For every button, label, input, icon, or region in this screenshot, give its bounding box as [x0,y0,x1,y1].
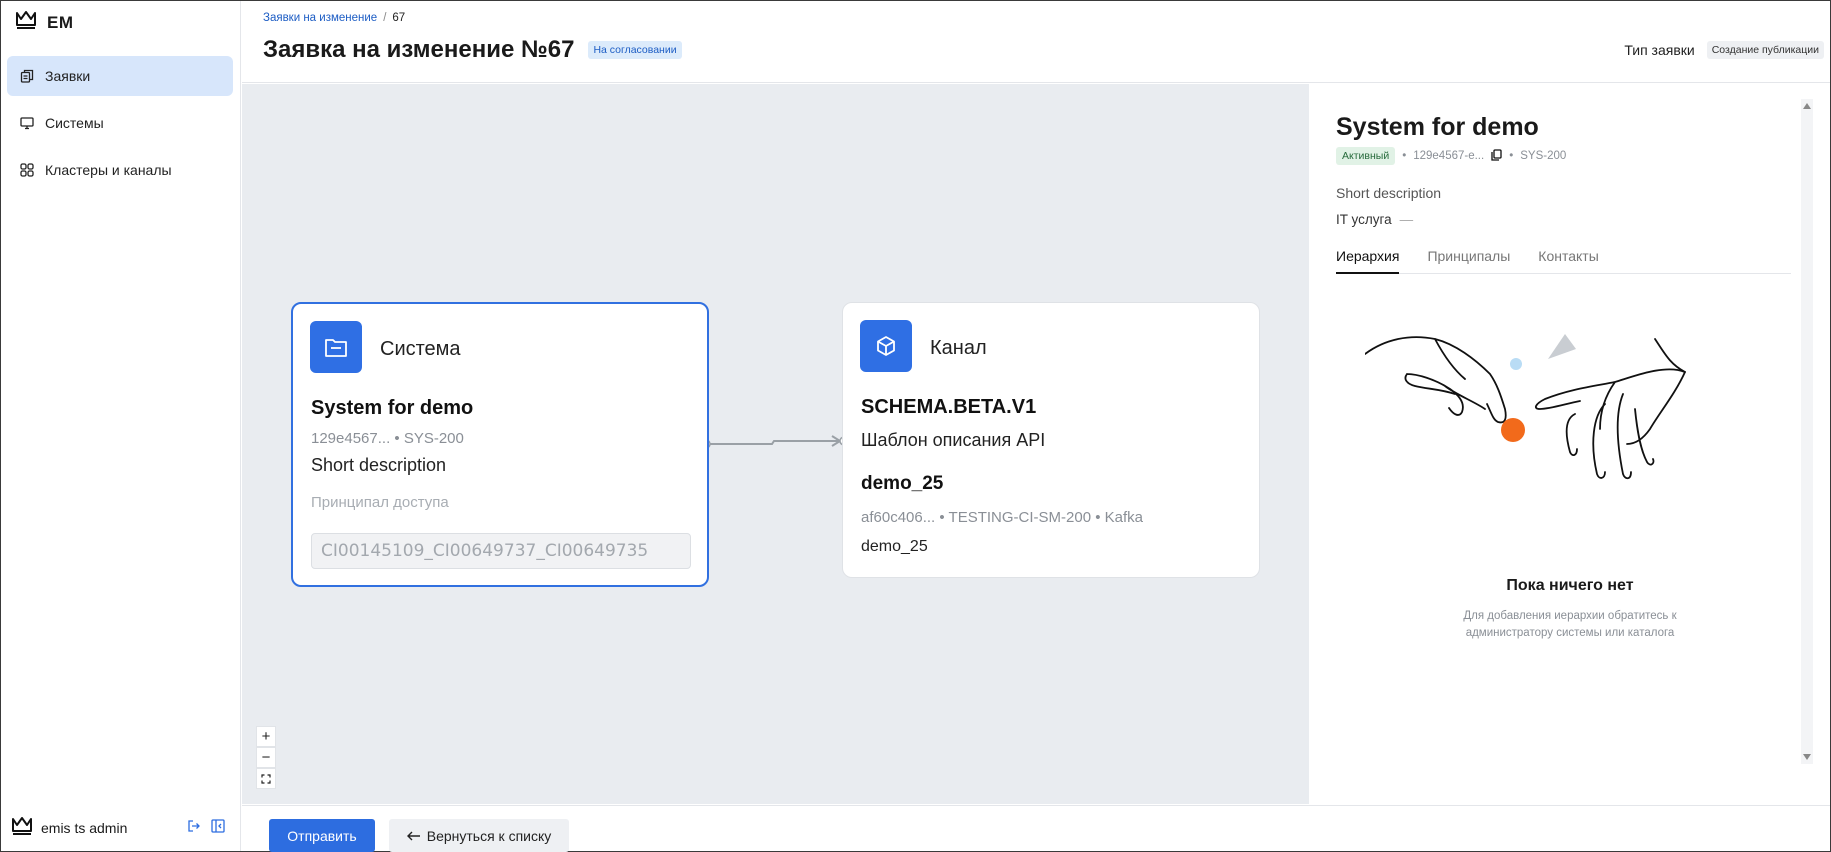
collapse-sidebar-icon[interactable] [211,819,225,836]
grid-icon [19,162,35,178]
node-description: Short description [311,455,447,475]
system-code: SYS-200 [1520,150,1567,162]
panel-scrollbar[interactable] [1801,99,1813,764]
empty-state-illustration [1365,334,1686,480]
cube-icon [860,320,912,372]
app-logo[interactable]: EM [15,10,74,35]
it-service-label: IT услуга [1336,212,1392,227]
sidebar-item-clusters[interactable]: Кластеры и каналы [7,150,233,190]
user-block: emis ts admin [11,816,233,839]
zoom-in-button[interactable]: + [256,726,276,747]
panel-tabs: Иерархия Принципалы Контакты [1336,248,1791,274]
status-badge: На согласовании [588,41,682,59]
app-name: EM [47,12,74,32]
separator-dot: • [1509,150,1514,162]
cluster-value: demo_25 [861,538,928,555]
sidebar-item-label: Системы [45,115,104,131]
back-to-list-button[interactable]: Вернуться к списку [389,819,569,852]
monitor-icon [19,115,35,131]
sidebar: EM Заявки Системы Кластеры и каналы emis… [1,1,241,851]
separator-dot: • [1402,150,1407,162]
diagram-canvas[interactable]: Система System for demo 129e4567... • SY… [242,84,1309,804]
logout-icon[interactable] [187,819,201,836]
page-header: Заявки на изменение / 67 Заявка на измен… [242,1,1830,83]
node-name: System for demo [311,397,474,419]
principal-label: Принципал доступа [311,494,449,511]
fit-view-button[interactable] [256,768,276,789]
folder-icon [310,321,362,373]
request-type-label: Тип заявки [1624,42,1695,58]
tab-contacts[interactable]: Контакты [1538,248,1598,274]
sidebar-item-systems[interactable]: Системы [7,103,233,143]
empty-state-title: Пока ничего нет [1506,577,1634,594]
empty-state-text: Для добавления иерархии обратитесь к адм… [1310,608,1830,642]
scroll-up-icon[interactable] [1803,103,1811,109]
user-actions [187,819,225,836]
submit-button[interactable]: Отправить [269,819,375,852]
sidebar-nav: Заявки Системы Кластеры и каналы [7,56,233,197]
node-type-label: Канал [930,337,987,359]
avatar[interactable] [11,816,33,839]
system-node[interactable]: Система System for demo 129e4567... • SY… [291,302,709,587]
arrow-left-icon [406,828,421,844]
crown-logo-icon [15,10,37,35]
node-subtitle: Шаблон описания API [861,430,1046,450]
breadcrumb-link-requests[interactable]: Заявки на изменение [263,12,377,24]
user-name: emis ts admin [41,819,128,836]
fullscreen-icon [261,773,271,784]
channel-node[interactable]: Канал SCHEMA.BETA.V1 Шаблон описания API… [842,302,1260,578]
details-panel: System for demo Активный • 129e4567-e...… [1310,84,1830,804]
panel-title: System for demo [1336,113,1539,141]
scroll-down-icon[interactable] [1803,754,1811,760]
system-id: 129e4567-e... [1413,150,1485,162]
sidebar-item-label: Кластеры и каналы [45,162,172,178]
zoom-controls: + − [256,726,276,789]
empty-state-line: администратору системы или каталога [1465,627,1675,639]
sidebar-item-requests[interactable]: Заявки [7,56,233,96]
tab-principals[interactable]: Принципалы [1427,248,1510,274]
sidebar-item-label: Заявки [45,68,91,84]
cluster-name: demo_25 [861,473,944,494]
cluster-meta: af60c406... • TESTING-CI-SM-200 • Kafka [861,509,1143,526]
node-name: SCHEMA.BETA.V1 [861,396,1037,418]
page-footer: Отправить Вернуться к списку [242,805,1830,852]
status-badge: Активный [1336,147,1396,165]
breadcrumb: Заявки на изменение / 67 [263,12,405,24]
requests-icon [19,68,35,84]
request-type: Тип заявки Создание публикации [1624,41,1824,59]
back-button-label: Вернуться к списку [426,827,552,844]
copy-icon[interactable] [1491,148,1502,164]
breadcrumb-separator: / [383,12,387,24]
empty-state-line: Для добавления иерархии обратитесь к [1463,610,1677,622]
node-meta: 129e4567... • SYS-200 [311,430,464,447]
tab-hierarchy[interactable]: Иерархия [1336,248,1400,274]
panel-description: Short description [1336,185,1442,201]
panel-meta: Активный • 129e4567-e... • SYS-200 [1336,147,1566,165]
breadcrumb-current: 67 [392,12,406,24]
principal-field[interactable]: CI00145109_CI00649737_CI00649735 [311,533,691,569]
page-title: Заявка на изменение №67 [263,36,575,63]
it-service: IT услуга — [1336,212,1413,227]
it-service-value: — [1399,212,1414,227]
node-type-label: Система [380,338,461,360]
title-row: Заявка на изменение №67 На согласовании [263,36,682,64]
request-type-badge: Создание публикации [1706,41,1824,59]
zoom-out-button[interactable]: − [256,747,276,768]
